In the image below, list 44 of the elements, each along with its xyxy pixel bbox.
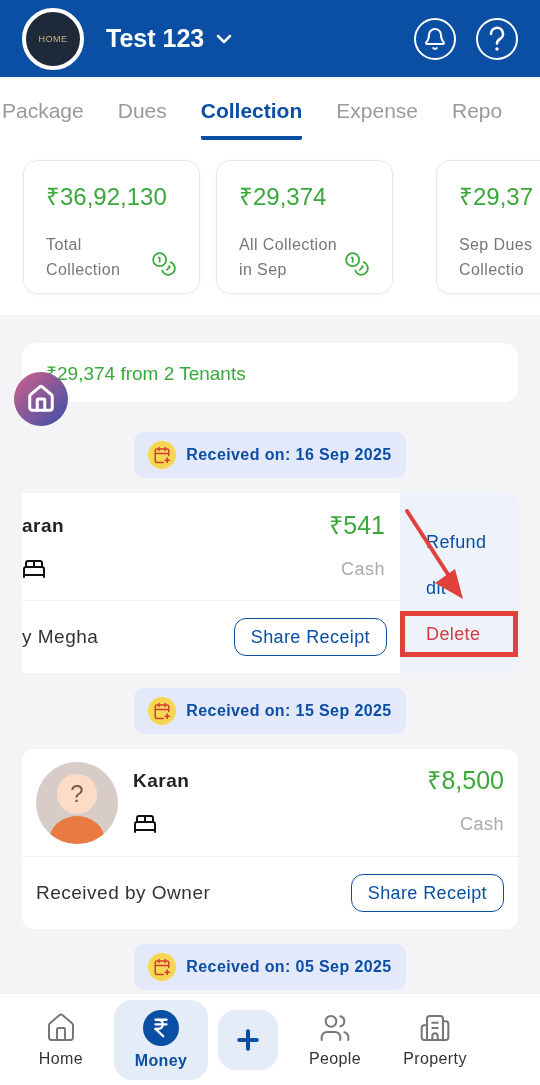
- share-receipt-button[interactable]: Share Receipt: [233, 618, 387, 656]
- collection-summary: ₹29,374 from 2 Tenants: [22, 343, 518, 402]
- received-by: y Megha: [22, 626, 99, 648]
- tenant-name: aran: [22, 515, 66, 537]
- calendar-icon: [148, 697, 177, 725]
- property-selector[interactable]: Test 123: [106, 24, 237, 53]
- swipe-action[interactable]: Delete: [400, 611, 518, 657]
- payment-method: Cash: [340, 559, 385, 580]
- stat-amount: ₹29,37: [459, 182, 535, 212]
- calendar-icon: [148, 441, 177, 469]
- nav-item[interactable]: Home: [14, 999, 108, 1080]
- bed-icon: [22, 557, 46, 581]
- stat-amount: ₹36,92,130: [46, 182, 168, 212]
- stat-label: All Collection in Sep: [239, 235, 338, 280]
- bed-icon: [133, 812, 157, 836]
- calendar-icon: [148, 953, 177, 981]
- date-label: Received on: 16 Sep 2025: [186, 446, 392, 464]
- notifications-button[interactable]: [414, 17, 456, 60]
- payment-amount: ₹541: [329, 510, 385, 541]
- nav-item[interactable]: Property: [388, 999, 482, 1080]
- swipe-action[interactable]: Refund: [400, 519, 518, 565]
- logo-text: HOME: [38, 33, 68, 44]
- payment-amount: ₹8,500: [427, 765, 504, 796]
- payment-method: Cash: [459, 814, 504, 835]
- received-by: Received by Owner: [36, 882, 211, 904]
- rupee-icon: [143, 1009, 179, 1046]
- coins-icon: [151, 251, 177, 277]
- stat-amount: ₹29,374: [239, 182, 328, 212]
- home-icon: [45, 1011, 77, 1044]
- share-receipt-button[interactable]: Share Receipt: [350, 874, 504, 912]
- bell-icon: [423, 26, 447, 51]
- home-icon: [26, 384, 56, 414]
- help-button[interactable]: [476, 17, 518, 60]
- date-label: Received on: 05 Sep 2025: [186, 958, 392, 976]
- avatar: ?: [36, 762, 118, 844]
- add-button[interactable]: [218, 1009, 278, 1070]
- tenant-name: Karan: [133, 770, 191, 792]
- stat-label: Sep Dues Collectio: [459, 235, 533, 280]
- nav-item[interactable]: Money: [114, 999, 208, 1080]
- date-label: Received on: 15 Sep 2025: [186, 702, 392, 720]
- nav-item[interactable]: People: [288, 999, 382, 1080]
- stat-label: Total Collection: [46, 235, 121, 280]
- coins-icon: [344, 251, 370, 277]
- tab[interactable]: Collection: [200, 77, 303, 140]
